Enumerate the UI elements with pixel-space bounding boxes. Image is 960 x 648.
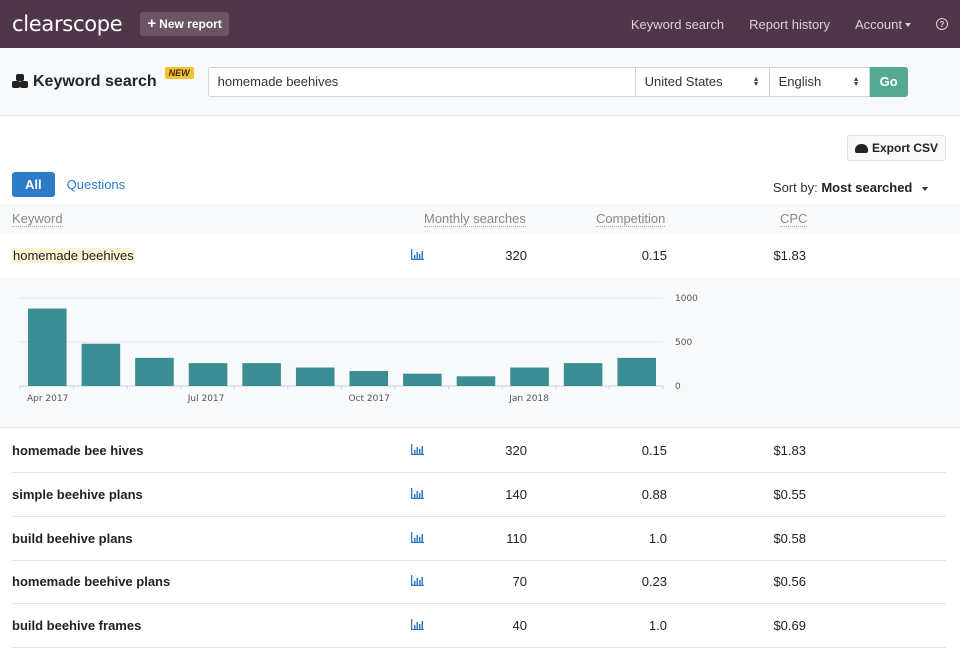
brand-logo[interactable]: clearscope xyxy=(12,12,123,36)
bar xyxy=(349,371,389,386)
nav-account-label: Account xyxy=(855,16,902,32)
search-volume-chart: 0 500 1000 Apr 2017 Jul 2017 Oct 2017 Jan 2018 xyxy=(0,277,960,428)
column-monthly-searches[interactable]: Monthly searches xyxy=(424,212,526,227)
cpc-cell: $0.56 xyxy=(773,574,806,589)
tab-questions[interactable]: Questions xyxy=(67,177,126,192)
cpc-cell: $0.69 xyxy=(773,618,806,633)
keyword-cell: build beehive plans xyxy=(12,531,133,546)
export-csv-label: Export CSV xyxy=(871,141,938,155)
bar xyxy=(456,376,496,386)
competition-cell: 1.0 xyxy=(648,531,667,546)
chart-svg: 0 500 1000 Apr 2017 Jul 2017 Oct 2017 Jan 2018 xyxy=(19,294,698,404)
competition-cell: 0.15 xyxy=(641,248,667,263)
keyword-search-input[interactable]: homemade beehives xyxy=(207,66,636,97)
bar xyxy=(28,308,67,386)
bar-chart-icon[interactable] xyxy=(411,488,424,499)
table-row[interactable]: build beehive frames 40 1.0 $0.69 xyxy=(12,604,946,648)
country-value: United States xyxy=(644,74,723,89)
competition-cell: 0.15 xyxy=(641,443,667,458)
country-select[interactable]: United States ▲ ▼ xyxy=(635,66,770,97)
monthly-searches-cell: 70 xyxy=(512,574,527,589)
competition-cell: 1.0 xyxy=(648,618,667,633)
cpc-cell: $0.58 xyxy=(773,531,806,546)
bar xyxy=(403,373,442,386)
table-row-expanded[interactable]: homemade beehives 320 0.15 $1.83 xyxy=(12,234,946,278)
bar xyxy=(135,357,174,386)
table-row[interactable]: build beehive plans 110 1.0 $0.58 xyxy=(12,517,946,561)
table-row[interactable]: homemade beehive plans 70 0.23 $0.56 xyxy=(12,560,946,604)
caret-down-icon xyxy=(905,23,911,28)
monthly-searches-cell: 320 xyxy=(505,248,527,263)
nav-keyword-search[interactable]: Keyword search xyxy=(631,17,724,32)
sort-prefix: Sort by: xyxy=(772,180,818,195)
keyword-cell: homemade beehives xyxy=(12,248,135,263)
sort-dropdown[interactable]: Sort by: Most searched xyxy=(773,180,928,195)
table-header: Keyword Monthly searches Competition CPC xyxy=(0,204,960,234)
plus-icon: + xyxy=(147,15,157,32)
caret-down-icon xyxy=(922,186,928,191)
help-icon[interactable]: ? xyxy=(936,18,948,30)
x-tick-label: Jan 2018 xyxy=(508,394,549,404)
column-competition[interactable]: Competition xyxy=(596,212,666,227)
table-row[interactable]: homemade bee hives 320 0.15 $1.83 xyxy=(12,429,946,473)
cpc-cell: $1.83 xyxy=(773,248,806,263)
bar xyxy=(563,363,603,386)
keyword-cell: build beehive frames xyxy=(12,618,142,633)
monthly-searches-cell: 140 xyxy=(505,487,527,502)
y-tick-label: 0 xyxy=(675,382,681,392)
bar-chart-icon[interactable] xyxy=(411,619,424,630)
sort-value: Most searched xyxy=(821,180,913,195)
x-tick-label: Jul 2017 xyxy=(187,394,225,404)
bar xyxy=(242,363,281,386)
column-cpc[interactable]: CPC xyxy=(780,212,808,227)
bar xyxy=(81,343,121,386)
bar-chart-icon[interactable] xyxy=(411,249,424,260)
language-value: English xyxy=(778,74,822,89)
monthly-searches-cell: 320 xyxy=(505,443,527,458)
cloud-download-icon xyxy=(854,143,868,153)
go-button[interactable]: Go xyxy=(869,66,908,97)
language-select[interactable]: English ▲ ▼ xyxy=(769,66,870,97)
new-badge: NEW xyxy=(164,66,194,79)
monthly-searches-cell: 110 xyxy=(506,531,527,546)
column-keyword[interactable]: Keyword xyxy=(12,212,63,227)
competition-cell: 0.88 xyxy=(641,487,667,502)
y-tick-label: 1000 xyxy=(675,294,698,304)
select-arrows-icon: ▲ ▼ xyxy=(852,75,860,88)
cpc-cell: $0.55 xyxy=(773,487,806,502)
cubes-icon xyxy=(12,74,29,89)
nav-report-history[interactable]: Report history xyxy=(749,17,830,32)
bar xyxy=(295,367,335,386)
search-bar: Keyword search NEW homemade beehives Uni… xyxy=(0,48,960,116)
x-tick-label: Apr 2017 xyxy=(27,394,68,404)
filter-tabs: All Questions xyxy=(12,172,125,197)
y-tick-label: 500 xyxy=(675,338,692,348)
export-csv-button[interactable]: Export CSV xyxy=(846,135,946,161)
competition-cell: 0.23 xyxy=(641,574,667,589)
keyword-cell: homemade bee hives xyxy=(12,443,144,458)
keyword-cell: simple beehive plans xyxy=(12,487,143,502)
nav-account-dropdown[interactable]: Account xyxy=(855,17,911,32)
new-report-button[interactable]: + New report xyxy=(140,12,229,36)
cpc-cell: $1.83 xyxy=(773,443,806,458)
tab-all[interactable]: All xyxy=(12,172,55,197)
table-row[interactable]: simple beehive plans 140 0.88 $0.55 xyxy=(12,473,946,517)
page-title: Keyword search NEW xyxy=(12,66,194,91)
keyword-cell: homemade beehive plans xyxy=(12,574,171,589)
top-navbar: clearscope + New report Keyword search R… xyxy=(0,0,960,48)
bar xyxy=(617,357,656,386)
monthly-searches-cell: 40 xyxy=(512,618,527,633)
bar-chart-icon[interactable] xyxy=(411,444,424,455)
page-title-text: Keyword search xyxy=(33,72,157,90)
new-report-label: New report xyxy=(159,17,222,31)
bar-chart-icon[interactable] xyxy=(411,532,424,543)
bar-chart-icon[interactable] xyxy=(411,575,424,586)
bar xyxy=(188,363,228,386)
bar xyxy=(510,367,549,386)
select-arrows-icon: ▲ ▼ xyxy=(752,75,760,88)
x-tick-label: Oct 2017 xyxy=(349,394,390,404)
